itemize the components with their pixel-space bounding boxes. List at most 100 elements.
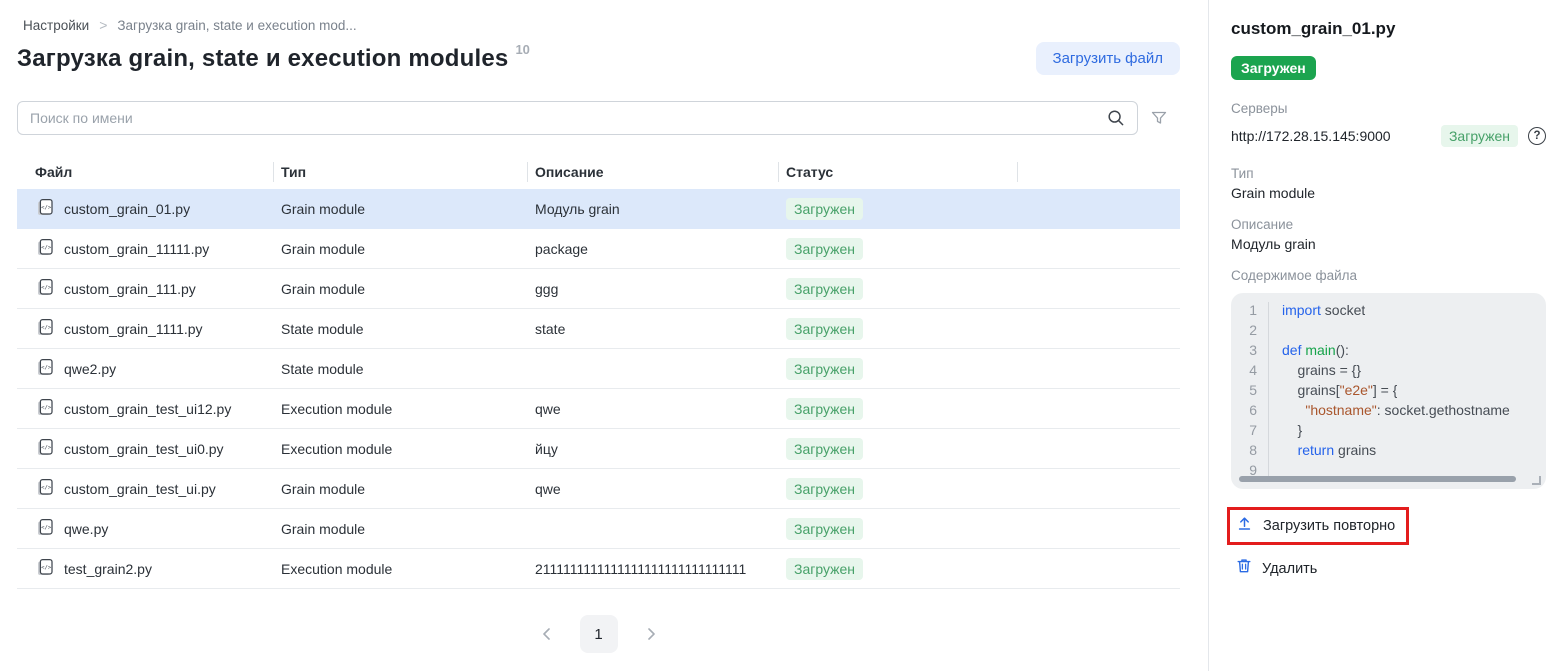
code-line: 4 grains = {} (1231, 362, 1546, 382)
line-code: def main(): (1269, 342, 1349, 362)
code-file-icon: </> (35, 197, 55, 221)
file-type: Grain module (273, 241, 527, 257)
code-file-icon: </> (35, 517, 55, 541)
file-description: 2111111111111111111111111111111 (527, 561, 778, 577)
table-row[interactable]: </> custom_grain_111.py Grain module ggg… (17, 269, 1180, 309)
trash-icon (1235, 557, 1253, 580)
table-row[interactable]: </> custom_grain_test_ui0.py Execution m… (17, 429, 1180, 469)
type-value: Grain module (1231, 185, 1546, 201)
upload-file-button[interactable]: Загрузить файл (1036, 42, 1180, 75)
search-icon[interactable] (1106, 108, 1126, 133)
breadcrumb-settings[interactable]: Настройки (23, 18, 89, 33)
status-badge: Загружен (786, 318, 863, 340)
svg-text:</>: </> (41, 364, 52, 370)
code-file-icon: </> (35, 317, 55, 341)
line-number: 5 (1231, 382, 1269, 402)
file-name: custom_grain_test_ui0.py (64, 441, 224, 457)
panel-status-badge: Загружен (1231, 56, 1316, 80)
code-resize-handle-icon[interactable] (1532, 476, 1541, 485)
table-row[interactable]: </> test_grain2.py Execution module 2111… (17, 549, 1180, 589)
file-name: custom_grain_11111.py (64, 241, 209, 257)
delete-button[interactable]: Удалить (1262, 561, 1317, 577)
status-badge: Загружен (786, 558, 863, 580)
pagination-next-icon[interactable] (644, 626, 658, 642)
file-description: qwe (527, 481, 778, 497)
filter-funnel-icon[interactable] (1138, 109, 1180, 127)
svg-text:</>: </> (41, 524, 52, 530)
file-type: Grain module (273, 201, 527, 217)
table-row[interactable]: </> qwe.py Grain module Загружен (17, 509, 1180, 549)
main-content: Настройки > Загрузка grain, state и exec… (0, 0, 1208, 671)
svg-text:</>: </> (41, 564, 52, 570)
help-icon[interactable]: ? (1528, 127, 1546, 145)
line-number: 8 (1231, 442, 1269, 462)
table-row[interactable]: </> custom_grain_1111.py State module st… (17, 309, 1180, 349)
reupload-button[interactable]: Загрузить повторно (1263, 518, 1395, 534)
file-type: State module (273, 321, 527, 337)
column-header-type[interactable]: Тип (273, 155, 527, 189)
line-code: import socket (1269, 302, 1365, 322)
pagination-page-1[interactable]: 1 (580, 615, 618, 653)
column-header-empty (1017, 155, 1180, 189)
svg-text:</>: </> (41, 244, 52, 250)
status-badge: Загружен (786, 518, 863, 540)
file-type: Execution module (273, 401, 527, 417)
code-file-icon: </> (35, 357, 55, 381)
code-horizontal-scrollbar[interactable] (1239, 476, 1516, 482)
table-row[interactable]: </> custom_grain_01.py Grain module Моду… (17, 189, 1180, 229)
description-value: Модуль grain (1231, 236, 1546, 252)
files-table: Файл Тип Описание Статус </> custom_grai… (17, 155, 1180, 589)
code-file-icon: </> (35, 557, 55, 581)
file-name: custom_grain_test_ui.py (64, 481, 216, 497)
items-count: 10 (515, 42, 529, 57)
server-row: http://172.28.15.145:9000 Загружен ? (1231, 125, 1546, 147)
svg-text:</>: </> (41, 484, 52, 490)
file-name: custom_grain_111.py (64, 281, 196, 297)
table-row[interactable]: </> custom_grain_11111.py Grain module p… (17, 229, 1180, 269)
code-file-icon: </> (35, 437, 55, 461)
line-code: grains = {} (1269, 362, 1361, 382)
table-row[interactable]: </> custom_grain_test_ui12.py Execution … (17, 389, 1180, 429)
breadcrumb: Настройки > Загрузка grain, state и exec… (23, 17, 1180, 33)
svg-text:</>: </> (41, 324, 52, 330)
file-name: test_grain2.py (64, 561, 152, 577)
code-file-icon: </> (35, 397, 55, 421)
status-badge: Загружен (786, 278, 863, 300)
status-badge: Загружен (786, 358, 863, 380)
app-window: Настройки > Загрузка grain, state и exec… (0, 0, 1566, 671)
file-description: йцу (527, 441, 778, 457)
table-row[interactable]: </> custom_grain_test_ui.py Grain module… (17, 469, 1180, 509)
column-header-file[interactable]: Файл (17, 155, 273, 189)
line-number: 6 (1231, 402, 1269, 422)
code-viewer: 1 import socket 2 3 def main(): 4 grains… (1231, 293, 1546, 489)
table-body: </> custom_grain_01.py Grain module Моду… (17, 189, 1180, 589)
status-badge: Загружен (786, 198, 863, 220)
server-status-badge: Загружен (1441, 125, 1518, 147)
table-row[interactable]: </> qwe2.py State module Загружен (17, 349, 1180, 389)
file-type: Grain module (273, 481, 527, 497)
file-name: qwe.py (64, 521, 108, 537)
delete-row[interactable]: Удалить (1235, 557, 1546, 580)
reupload-annotation-box[interactable]: Загрузить повторно (1227, 507, 1409, 545)
line-number: 1 (1231, 302, 1269, 322)
search-input[interactable] (17, 101, 1138, 135)
column-header-status[interactable]: Статус (778, 155, 1017, 189)
code-line: 8 return grains (1231, 442, 1546, 462)
breadcrumb-separator-icon: > (99, 17, 107, 33)
column-header-description[interactable]: Описание (527, 155, 778, 189)
breadcrumb-current-page: Загрузка grain, state и execution mod... (117, 18, 356, 33)
code-file-icon: </> (35, 277, 55, 301)
server-url: http://172.28.15.145:9000 (1231, 128, 1391, 144)
svg-text:</>: </> (41, 444, 52, 450)
panel-file-title: custom_grain_01.py (1231, 19, 1546, 39)
file-name: custom_grain_test_ui12.py (64, 401, 231, 417)
line-number: 7 (1231, 422, 1269, 442)
code-file-icon: </> (35, 477, 55, 501)
pagination-prev-icon[interactable] (540, 626, 554, 642)
file-description: ggg (527, 281, 778, 297)
line-number: 4 (1231, 362, 1269, 382)
line-code: return grains (1269, 442, 1376, 462)
file-description: qwe (527, 401, 778, 417)
type-label: Тип (1231, 166, 1546, 181)
status-badge: Загружен (786, 438, 863, 460)
